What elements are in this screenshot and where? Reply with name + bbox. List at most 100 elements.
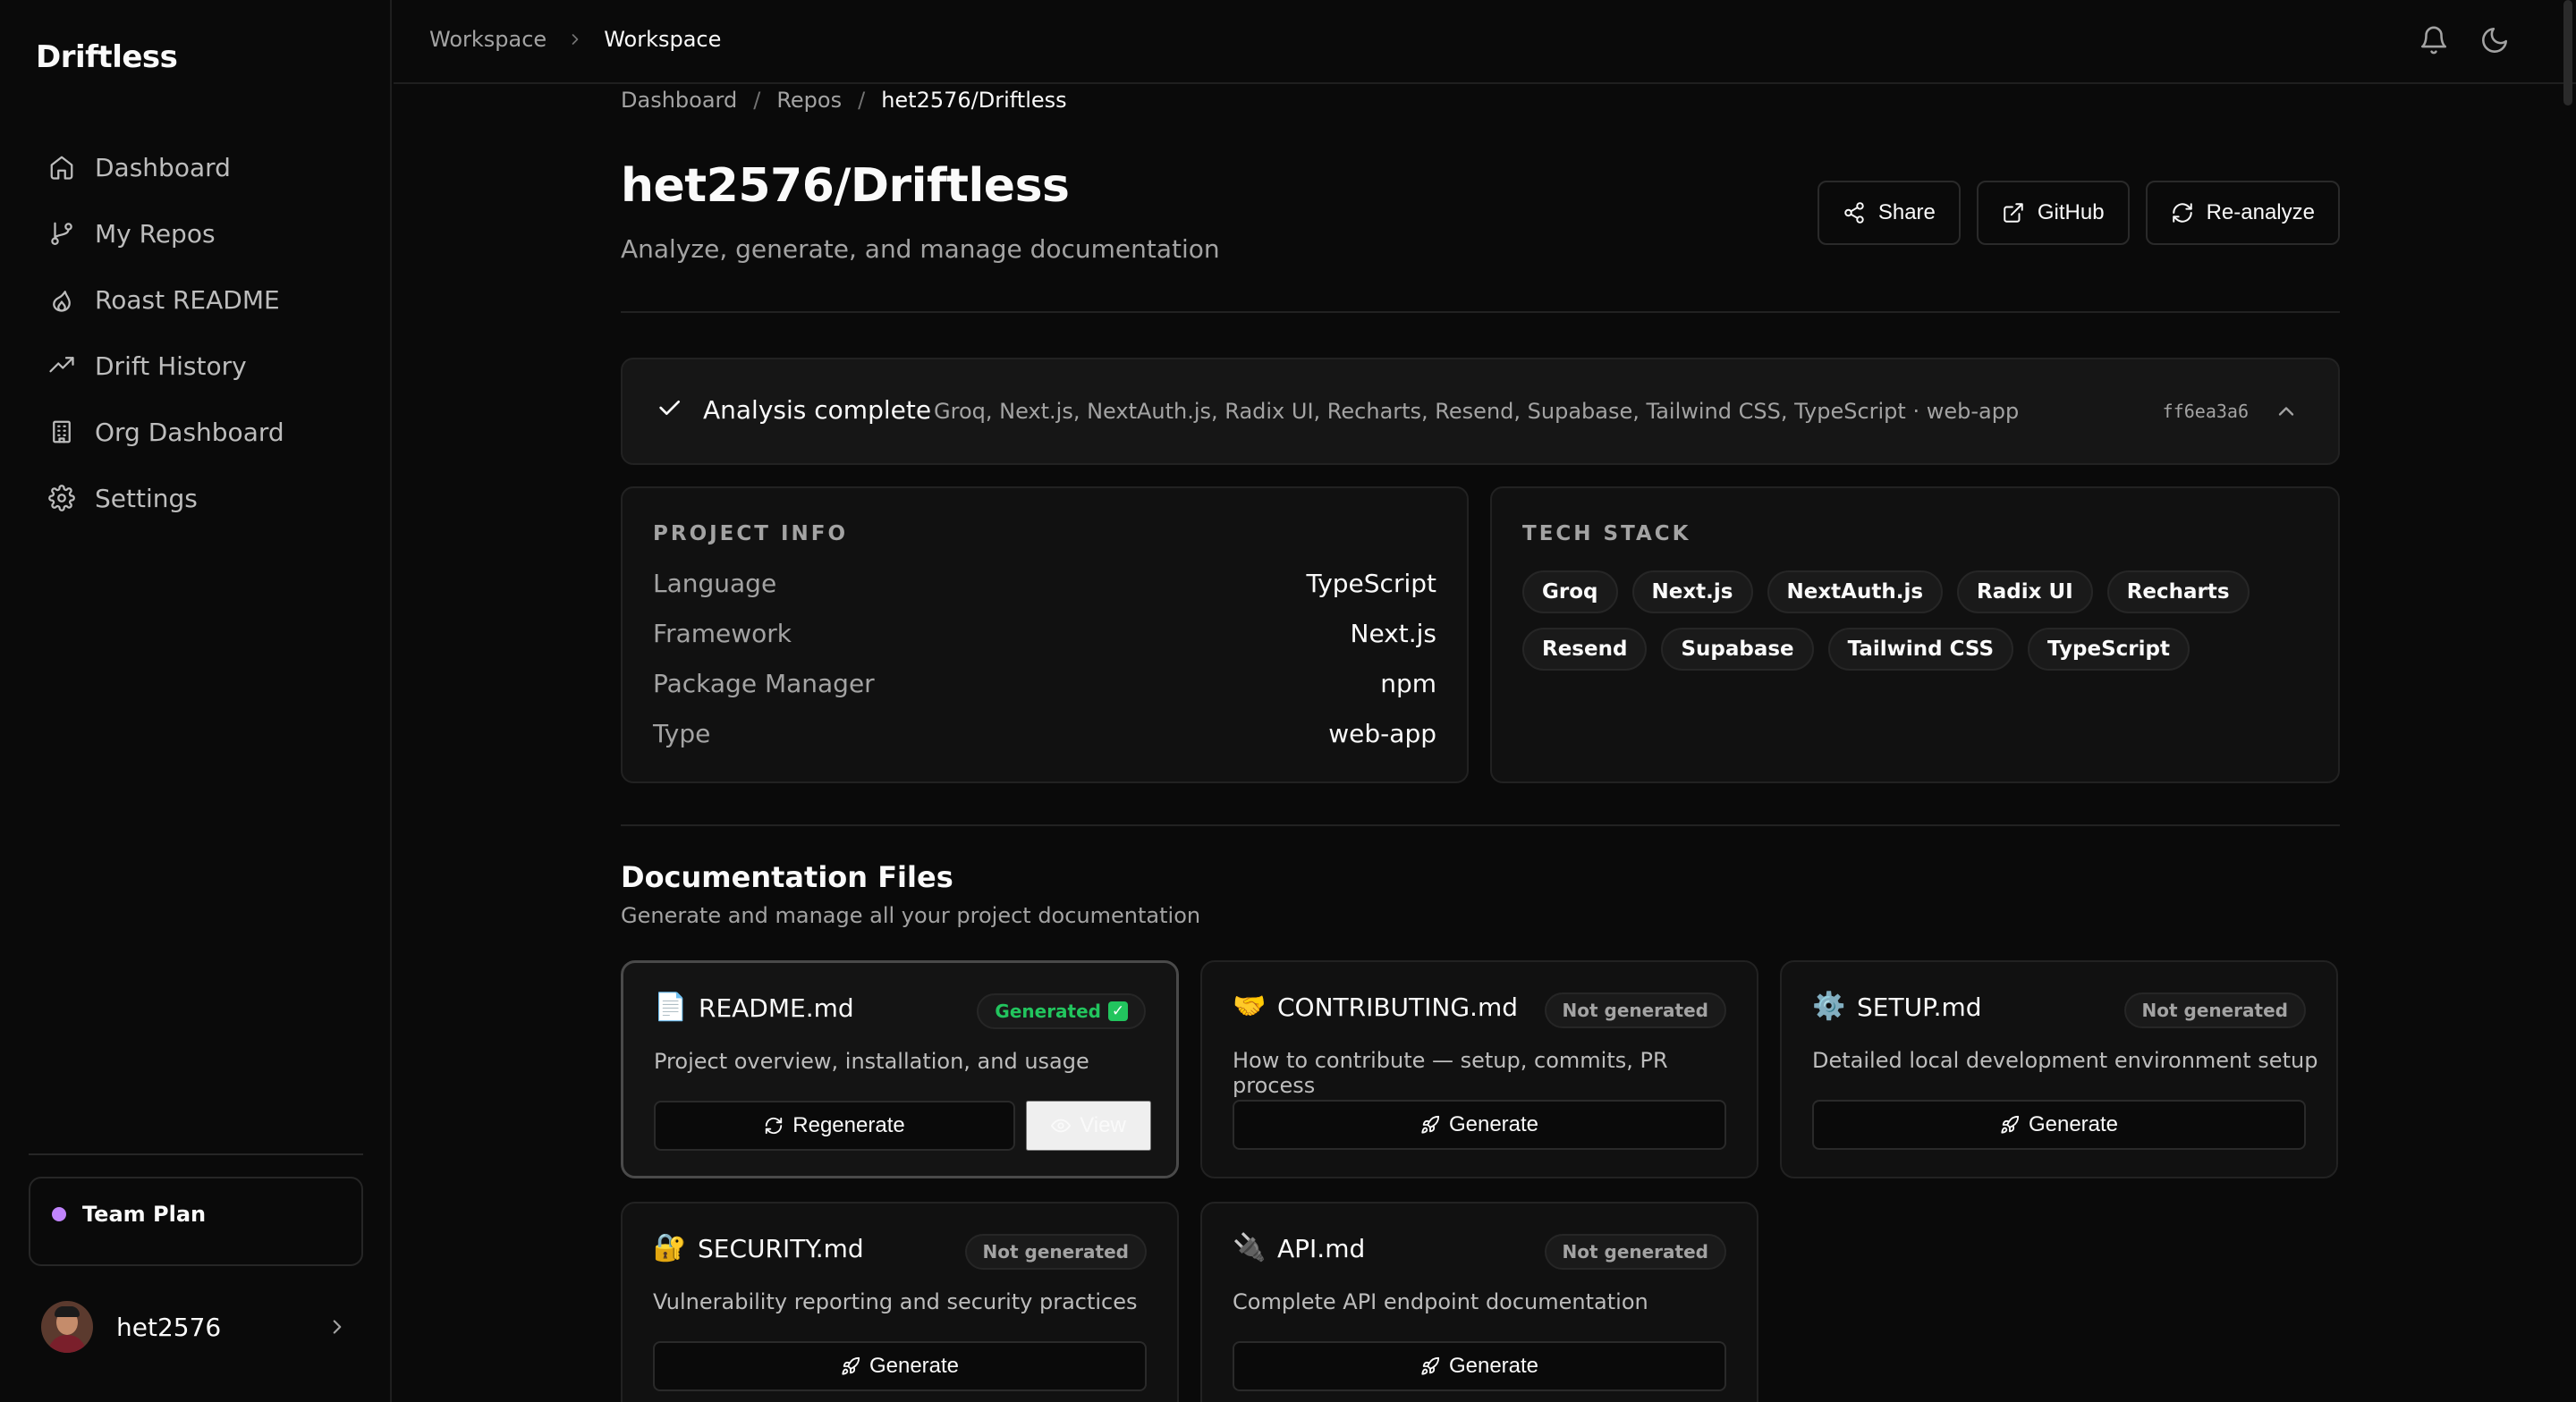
generate-button[interactable]: Generate (653, 1341, 1147, 1391)
bell-icon[interactable] (2419, 25, 2449, 55)
doc-description: Project overview, installation, and usag… (654, 1049, 1089, 1074)
github-button[interactable]: GitHub (1976, 181, 2130, 245)
page-actions: Share GitHub Re-analyze (1817, 181, 2340, 245)
tech-tag: Supabase (1661, 628, 1814, 671)
handshake-icon: 🤝 (1233, 991, 1267, 1022)
breadcrumb-current: het2576/Driftless (881, 88, 1067, 113)
doc-name: API.md (1277, 1234, 1366, 1263)
topbar: Workspace Workspace (394, 0, 2576, 106)
scrollbar-thumb[interactable] (2563, 0, 2572, 106)
user-menu[interactable]: het2576 (29, 1296, 363, 1357)
sidebar-divider (29, 1153, 363, 1155)
status-badge: Not generated (1544, 992, 1726, 1028)
project-info-card: PROJECT INFO Language TypeScript Framewor… (621, 486, 1469, 783)
doc-description: How to contribute — setup, commits, PR p… (1233, 1048, 1668, 1098)
header-divider (621, 311, 2340, 313)
rocket-icon (842, 1356, 860, 1375)
generate-button[interactable]: Generate (1233, 1100, 1726, 1150)
avatar (41, 1301, 93, 1353)
tech-tag: TypeScript (2028, 628, 2190, 671)
sidebar-item-label: My Repos (95, 218, 216, 249)
gear-icon: ⚙️ (1812, 991, 1846, 1022)
doc-card-api[interactable]: 🔌 API.md Not generated Complete API endp… (1200, 1202, 1758, 1402)
external-link-icon (2004, 203, 2023, 223)
tech-tag: Groq (1522, 570, 1618, 613)
tech-stack-card: TECH STACK Groq Next.js NextAuth.js Radi… (1490, 486, 2340, 783)
doc-name: SECURITY.md (698, 1234, 864, 1263)
sidebar-item-label: Settings (95, 483, 198, 513)
tech-stack-tags: Groq Next.js NextAuth.js Radix UI Rechar… (1522, 570, 2308, 671)
sidebar-item-org-dashboard[interactable]: Org Dashboard (36, 399, 358, 465)
sidebar-item-dashboard[interactable]: Dashboard (36, 134, 358, 200)
doc-name: SETUP.md (1857, 992, 1982, 1022)
tech-tag: Resend (1522, 628, 1648, 671)
top-breadcrumb: Workspace Workspace (429, 27, 721, 52)
doc-card-security[interactable]: 🔐 SECURITY.md Not generated Vulnerabilit… (621, 1202, 1179, 1402)
share-button[interactable]: Share (1817, 181, 1961, 245)
sidebar-item-roast-readme[interactable]: Roast README (36, 266, 358, 333)
document-icon: 📄 (654, 992, 688, 1023)
analysis-stack: Groq, Next.js, NextAuth.js, Radix UI, Re… (934, 399, 2020, 424)
doc-description: Vulnerability reporting and security pra… (653, 1289, 1138, 1314)
reanalyze-button[interactable]: Re-analyze (2145, 181, 2340, 245)
section-divider (621, 824, 2340, 826)
breadcrumb-repos[interactable]: Repos (776, 88, 842, 113)
plan-card[interactable]: Team Plan (29, 1177, 363, 1266)
sidebar-nav: Dashboard My Repos Roast README Drift Hi… (36, 134, 358, 531)
sidebar-item-drift-history[interactable]: Drift History (36, 333, 358, 399)
regenerate-button[interactable]: Regenerate (654, 1101, 1015, 1151)
check-icon (659, 401, 680, 415)
doc-description: Detailed local development environment s… (1812, 1048, 2318, 1073)
status-badge: Generated ✓ (977, 993, 1146, 1029)
status-badge: Not generated (1544, 1234, 1726, 1270)
brand-logo[interactable]: Driftless (36, 39, 178, 75)
chevron-right-icon (333, 1320, 342, 1334)
lock-icon: 🔐 (653, 1232, 687, 1263)
sidebar-item-settings[interactable]: Settings (36, 465, 358, 531)
sidebar-item-label: Org Dashboard (95, 417, 284, 447)
docs-section-subtitle: Generate and manage all your project doc… (621, 903, 1201, 928)
tech-tag: NextAuth.js (1767, 570, 1944, 613)
sidebar-item-label: Roast README (95, 284, 280, 315)
rocket-icon (2001, 1115, 2020, 1134)
view-button[interactable]: View (1026, 1101, 1151, 1151)
docs-section-title: Documentation Files (621, 860, 953, 894)
sidebar: Driftless Dashboard My Repos Roast READM… (0, 0, 392, 1402)
top-breadcrumb-parent[interactable]: Workspace (429, 27, 547, 52)
status-badge: Not generated (2123, 992, 2306, 1028)
doc-card-contributing[interactable]: 🤝 CONTRIBUTING.md Not generated How to c… (1200, 960, 1758, 1178)
refresh-icon (2172, 203, 2192, 223)
home-icon (50, 156, 73, 180)
info-row-language: Language TypeScript (653, 569, 1436, 598)
generate-button[interactable]: Generate (1812, 1100, 2306, 1150)
page-title: het2576/Driftless (621, 159, 1070, 213)
git-branch-icon (51, 222, 72, 245)
rocket-icon (1421, 1356, 1440, 1375)
tech-stack-label: TECH STACK (1522, 522, 1691, 545)
rocket-icon (1421, 1115, 1440, 1134)
chevron-up-icon[interactable] (2274, 399, 2299, 424)
analysis-banner[interactable]: Analysis complete Groq, Next.js, NextAut… (621, 358, 2340, 465)
info-row-type: Type web-app (653, 719, 1436, 748)
tech-tag: Next.js (1631, 570, 1753, 613)
moon-icon[interactable] (2479, 25, 2510, 55)
eye-icon (1051, 1119, 1072, 1133)
status-badge: Not generated (964, 1234, 1147, 1270)
flame-icon (53, 291, 71, 312)
sidebar-item-my-repos[interactable]: My Repos (36, 200, 358, 266)
building-icon (53, 420, 71, 443)
doc-card-setup[interactable]: ⚙️ SETUP.md Not generated Detailed local… (1780, 960, 2338, 1178)
chevron-right-icon (572, 34, 579, 45)
tech-tag: Recharts (2106, 570, 2250, 613)
info-row-framework: Framework Next.js (653, 619, 1436, 648)
plug-icon: 🔌 (1233, 1232, 1267, 1263)
commit-hash: ff6ea3a6 (2162, 401, 2249, 422)
doc-card-readme[interactable]: 📄 README.md Generated ✓ Project overview,… (621, 960, 1179, 1178)
share-icon (1844, 202, 1864, 224)
doc-name: README.md (699, 993, 854, 1023)
plan-label: Team Plan (82, 1202, 207, 1227)
doc-description: Complete API endpoint documentation (1233, 1289, 1648, 1314)
gear-icon (48, 485, 75, 511)
generate-button[interactable]: Generate (1233, 1341, 1726, 1391)
breadcrumb-dashboard[interactable]: Dashboard (621, 88, 737, 113)
